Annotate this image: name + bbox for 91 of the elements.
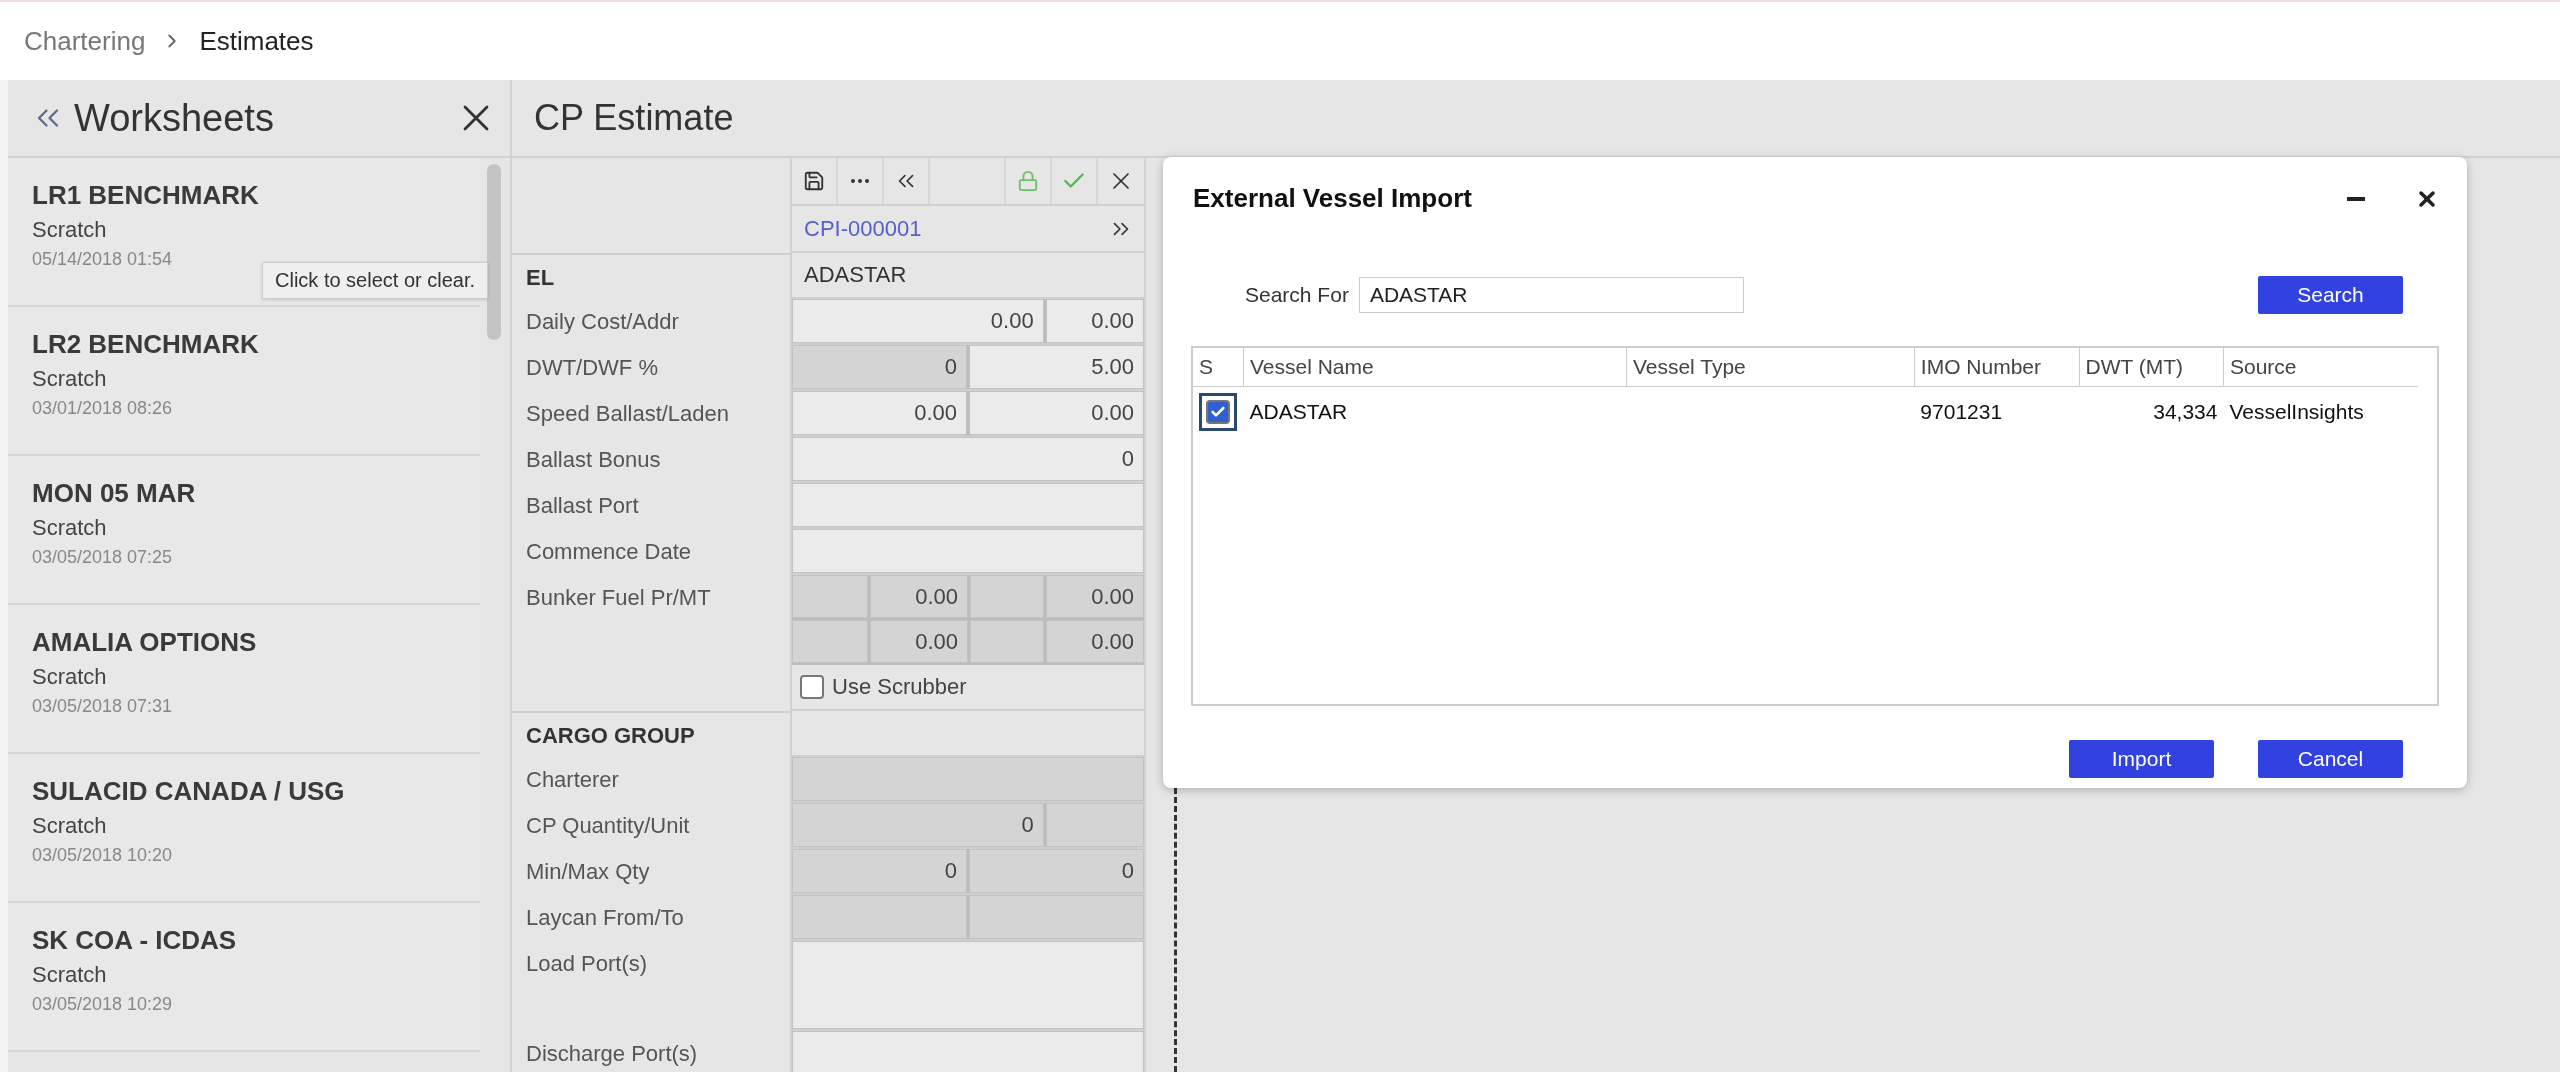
- input-field[interactable]: 0: [792, 803, 1046, 847]
- ellipsis-icon: [851, 179, 869, 183]
- row-checkbox[interactable]: [1206, 400, 1230, 424]
- input-field[interactable]: [970, 575, 1047, 620]
- lock-icon: [1017, 170, 1039, 192]
- input-field[interactable]: [792, 529, 1144, 573]
- worksheet-date: 03/05/2018 07:25: [32, 547, 174, 568]
- worksheet-date: 03/01/2018 08:26: [32, 398, 174, 419]
- worksheet-name: LR2 BENCHMARK: [32, 329, 260, 360]
- checkbox-label: Use Scrubber: [832, 674, 967, 700]
- search-field[interactable]: ADASTAR: [1358, 277, 1744, 313]
- input-field[interactable]: 0: [792, 437, 1144, 481]
- search-label: Search For: [1245, 283, 1349, 307]
- input-field[interactable]: 0.00: [870, 620, 970, 665]
- worksheet-date: 05/14/2018 01:54: [32, 249, 174, 270]
- input-field[interactable]: 0.00: [969, 391, 1144, 435]
- field-label: Ballast Port: [526, 493, 639, 518]
- vessel-name: ADASTAR: [803, 261, 908, 289]
- input-field[interactable]: [792, 1031, 1144, 1072]
- worksheet-name: MON 05 MAR: [32, 478, 197, 509]
- dialog-button[interactable]: Import: [2069, 740, 2214, 778]
- section-title: CARGO GROUP: [526, 723, 695, 748]
- input-field[interactable]: [792, 620, 871, 665]
- field-label: Charterer: [526, 767, 619, 792]
- worksheet-date: 03/05/2018 10:29: [32, 994, 174, 1015]
- input-field[interactable]: 0.00: [870, 575, 970, 620]
- table-cell: 9701231: [1914, 386, 2079, 437]
- field-label: Bunker Fuel Pr/MT: [526, 585, 711, 610]
- field-label: Laycan From/To: [526, 905, 684, 930]
- field-label: Daily Cost/Addr: [526, 309, 679, 334]
- field-label: Min/Max Qty: [526, 859, 650, 884]
- field-label: Speed Ballast/Laden: [526, 401, 730, 426]
- column-header[interactable]: Vessel Type: [1626, 348, 1915, 387]
- worksheet-name: SK COA - ICDAS: [32, 925, 238, 956]
- field-label: Discharge Port(s): [526, 1041, 698, 1066]
- worksheet-name: LR1 BENCHMARK: [32, 180, 260, 211]
- input-field[interactable]: 0: [792, 345, 969, 389]
- breadcrumb-item[interactable]: Chartering: [24, 25, 146, 57]
- dialog-button[interactable]: Cancel: [2258, 740, 2403, 778]
- column-header[interactable]: S: [1193, 348, 1244, 387]
- input-field[interactable]: [969, 895, 1144, 939]
- worksheet-type: Scratch: [32, 962, 108, 988]
- worksheet-date: 03/05/2018 07:31: [32, 696, 174, 717]
- save-icon: [803, 170, 825, 192]
- worksheet-date: 03/05/2018 10:20: [32, 845, 174, 866]
- column-header[interactable]: Vessel Name: [1243, 348, 1627, 387]
- input-field[interactable]: 0: [969, 849, 1144, 893]
- worksheet-type: Scratch: [32, 515, 108, 541]
- field-label: CP Quantity/Unit: [526, 813, 690, 838]
- worksheet-type: Scratch: [32, 664, 108, 690]
- column-header[interactable]: DWT (MT): [2079, 348, 2224, 387]
- input-field[interactable]: [792, 483, 1144, 527]
- input-field[interactable]: [792, 895, 969, 939]
- worksheet-type: Scratch: [32, 217, 108, 243]
- tooltip: Click to select or clear.: [262, 262, 489, 299]
- table-cell: 34,334: [2079, 386, 2224, 437]
- field-label: Commence Date: [526, 539, 692, 564]
- check-icon: [1210, 404, 1226, 420]
- field-label: Load Port(s): [526, 951, 648, 976]
- panel-title: CP Estimate: [534, 97, 734, 139]
- section-title: EL: [526, 265, 555, 290]
- input-field[interactable]: [1045, 803, 1144, 847]
- column-header[interactable]: IMO Number: [1914, 348, 2079, 387]
- scrollbar-thumb[interactable]: [487, 164, 501, 340]
- input-field[interactable]: 0.00: [1045, 299, 1144, 343]
- field-label: Ballast Bonus: [526, 447, 661, 472]
- breadcrumb-item[interactable]: Estimates: [199, 25, 314, 57]
- minimize-icon: [2347, 196, 2365, 201]
- worksheet-name: SULACID CANADA / USG: [32, 776, 346, 807]
- column-header[interactable]: Source: [2223, 348, 2418, 387]
- table-cell: VesselInsights: [2223, 386, 2418, 437]
- input-field[interactable]: 0.00: [1046, 575, 1144, 620]
- input-field[interactable]: [792, 575, 871, 620]
- search-button[interactable]: Search: [2258, 276, 2403, 314]
- input-field[interactable]: 0.00: [792, 391, 969, 435]
- table-cell: ADASTAR: [1243, 386, 1627, 437]
- checkbox[interactable]: [800, 675, 824, 699]
- input-field[interactable]: 0: [792, 849, 969, 893]
- input-field[interactable]: [970, 620, 1047, 665]
- panel-title: Worksheets: [74, 96, 275, 140]
- input-field[interactable]: 5.00: [969, 345, 1144, 389]
- worksheet-name: AMALIA OPTIONS: [32, 627, 258, 658]
- minimize-button[interactable]: [2347, 196, 2365, 201]
- worksheet-type: Scratch: [32, 813, 108, 839]
- worksheet-type: Scratch: [32, 366, 108, 392]
- input-field[interactable]: 0.00: [792, 299, 1046, 343]
- input-field[interactable]: 0.00: [1046, 620, 1144, 665]
- dialog-title: External Vessel Import: [1193, 183, 1473, 214]
- record-link[interactable]: CPI-000001: [792, 206, 1098, 251]
- field-label: DWT/DWF %: [526, 355, 658, 380]
- input-field[interactable]: [792, 941, 1144, 1029]
